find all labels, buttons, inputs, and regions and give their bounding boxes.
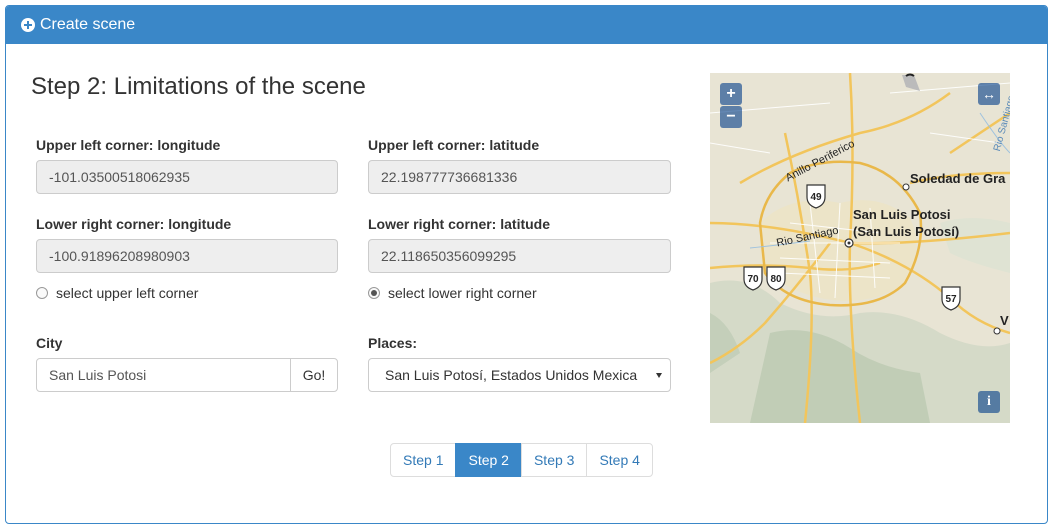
upper-left-latitude-label: Upper left corner: latitude xyxy=(368,137,540,153)
places-label: Places: xyxy=(368,335,418,351)
shield-49-text: 49 xyxy=(810,192,822,203)
step-3-link[interactable]: Step 3 xyxy=(520,443,588,477)
shield-57-text: 57 xyxy=(945,294,957,305)
select-lower-right-radio[interactable] xyxy=(368,287,380,299)
caret-down-icon xyxy=(656,373,662,378)
places-select[interactable]: San Luis Potosí, Estados Unidos Mexica xyxy=(368,358,671,392)
info-button[interactable]: i xyxy=(978,391,1000,413)
fullscreen-button[interactable]: ↔ xyxy=(978,83,1000,105)
map-label-city: San Luis Potosi xyxy=(853,207,951,222)
lower-right-longitude-label: Lower right corner: longitude xyxy=(36,216,232,232)
step-title: Step 2: Limitations of the scene xyxy=(31,73,366,100)
map[interactable]: 49 70 80 57 Anillo Periferico Soledad de… xyxy=(710,73,1010,423)
step-2-link[interactable]: Step 2 xyxy=(455,443,522,477)
select-lower-right-radio-row[interactable]: select lower right corner xyxy=(368,285,537,301)
map-label-v: V xyxy=(1000,313,1009,328)
highway-shield-57: 57 xyxy=(941,286,961,311)
highway-shield-49: 49 xyxy=(806,184,826,209)
zoom-in-button[interactable]: + xyxy=(720,83,742,105)
panel-heading: Create scene xyxy=(6,6,1047,44)
select-upper-left-radio[interactable] xyxy=(36,287,48,299)
lower-right-latitude-label: Lower right corner: latitude xyxy=(368,216,551,232)
city-label: City xyxy=(36,335,63,351)
map-label-soledad: Soledad de Gra xyxy=(910,171,1006,186)
select-upper-left-radio-row[interactable]: select upper left corner xyxy=(36,285,198,301)
map-canvas[interactable] xyxy=(710,73,1010,423)
upper-left-latitude-field[interactable]: 22.198777736681336 xyxy=(368,160,671,194)
city-input[interactable]: San Luis Potosi xyxy=(36,358,291,392)
step-4-link[interactable]: Step 4 xyxy=(586,443,653,477)
zoom-out-button[interactable]: − xyxy=(720,106,742,128)
select-lower-right-label: select lower right corner xyxy=(388,285,537,301)
step-1-link[interactable]: Step 1 xyxy=(390,443,457,477)
upper-left-longitude-field[interactable]: -101.03500518062935 xyxy=(36,160,338,194)
step-pagination: Step 1 Step 2 Step 3 Step 4 xyxy=(390,443,653,477)
lower-right-longitude-field[interactable]: -100.91896208980903 xyxy=(36,239,338,273)
lower-right-latitude-field[interactable]: 22.118650356099295 xyxy=(368,239,671,273)
upper-left-longitude-label: Upper left corner: longitude xyxy=(36,137,221,153)
highway-shield-70: 70 xyxy=(743,266,763,291)
highway-shield-80: 80 xyxy=(766,266,786,291)
select-upper-left-label: select upper left corner xyxy=(56,285,199,301)
plus-circle-icon xyxy=(21,18,35,32)
map-label-city-sub: (San Luis Potosí) xyxy=(853,224,960,239)
shield-70-text: 70 xyxy=(747,274,759,285)
shield-80-text: 80 xyxy=(770,274,782,285)
places-selected-value: San Luis Potosí, Estados Unidos Mexica xyxy=(385,367,638,383)
panel-title: Create scene xyxy=(40,16,136,33)
go-button[interactable]: Go! xyxy=(290,358,338,392)
